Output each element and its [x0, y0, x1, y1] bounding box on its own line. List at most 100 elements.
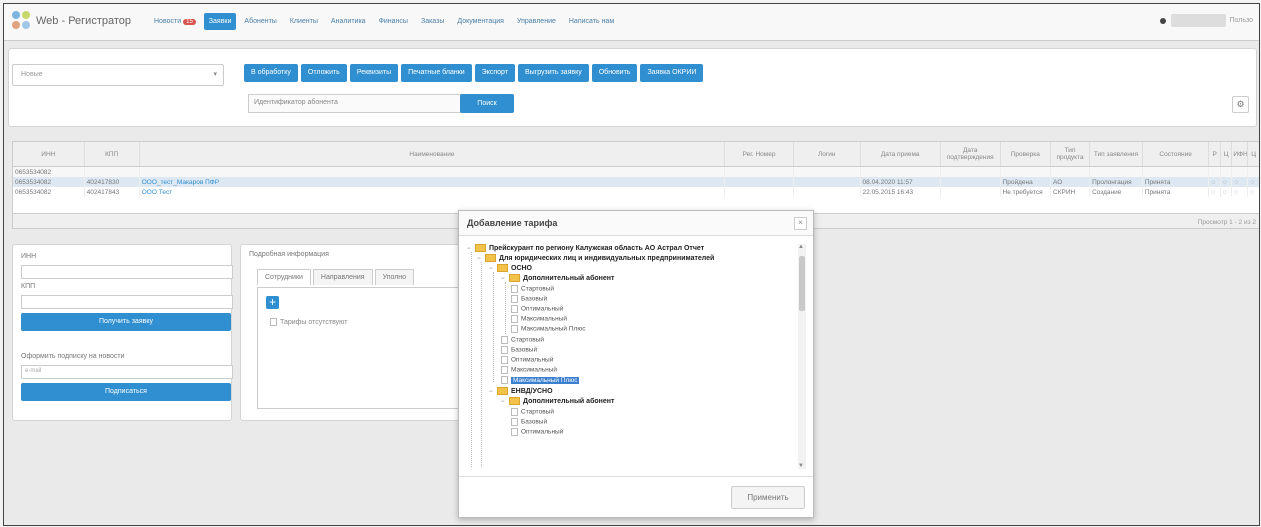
tree-leaf[interactable]: Базовый: [511, 418, 547, 426]
tree-node-extra[interactable]: − Дополнительный абонент: [501, 274, 614, 282]
filter-c[interactable]: [1220, 166, 1233, 177]
col-c2[interactable]: Ц: [1247, 142, 1259, 167]
tree-leaf[interactable]: Базовый: [511, 295, 547, 303]
okrii-request-button[interactable]: Заявка ОКРИИ: [640, 64, 704, 82]
col-product-type[interactable]: Тип продукта: [1050, 142, 1091, 167]
close-icon[interactable]: ×: [794, 217, 807, 230]
filter-state-select[interactable]: [1142, 166, 1210, 177]
tree-leaf[interactable]: Стартовый: [501, 336, 544, 344]
filter-check-input[interactable]: [1000, 166, 1052, 177]
tree-node-osno[interactable]: − ОСНО: [489, 264, 532, 272]
filter-ifn[interactable]: [1231, 166, 1249, 177]
subscriber-id-input[interactable]: Идентификатор абонента: [248, 94, 462, 113]
nav-orders[interactable]: Заказы: [416, 13, 449, 30]
scroll-down-icon[interactable]: ▼: [798, 463, 804, 469]
filter-inn-input[interactable]: 0653534082: [13, 166, 85, 177]
requisites-button[interactable]: Реквизиты: [349, 64, 399, 82]
filter-type-select[interactable]: [1089, 166, 1143, 177]
tree-leaf[interactable]: Стартовый: [511, 285, 554, 293]
collapse-icon[interactable]: −: [477, 256, 483, 262]
tree-leaf[interactable]: Базовый: [501, 346, 537, 354]
col-date-confirmed[interactable]: Дата подтверждения: [940, 142, 1001, 167]
tab-employees[interactable]: Сотрудники: [257, 269, 311, 285]
collapse-icon[interactable]: −: [501, 399, 507, 405]
cell-kpp: 402417830: [84, 177, 140, 187]
tree-leaf[interactable]: Стартовый: [511, 408, 554, 416]
scroll-thumb[interactable]: [799, 256, 805, 311]
col-kpp[interactable]: КПП: [84, 142, 140, 167]
tree-node-envd[interactable]: − ЕНВД/УСНО: [489, 387, 553, 395]
filter-name-input[interactable]: [139, 166, 726, 177]
col-login[interactable]: Логин: [793, 142, 861, 167]
col-check[interactable]: Проверка: [1000, 142, 1052, 167]
col-state[interactable]: Состояние: [1142, 142, 1210, 167]
filter-date-input[interactable]: [860, 166, 941, 177]
add-tariff-button[interactable]: +: [266, 296, 279, 309]
nav-finance[interactable]: Финансы: [374, 13, 413, 30]
col-name[interactable]: Наименование: [139, 142, 726, 167]
export-button[interactable]: Экспорт: [474, 64, 515, 82]
tree-leaf-selected[interactable]: Максимальный Плюс: [501, 376, 580, 384]
filter-confirm-input[interactable]: [940, 166, 1001, 177]
cell-name[interactable]: ООО Тест: [139, 187, 726, 197]
status-select[interactable]: Новые ▾: [12, 64, 224, 86]
email-field[interactable]: e-mail: [21, 365, 233, 379]
user-menu[interactable]: Пользо: [1160, 14, 1253, 27]
nav-subscribers[interactable]: Абоненты: [239, 13, 281, 30]
table-row[interactable]: 0653534082 402417843 ООО Тест 22.05.2015…: [13, 187, 1259, 197]
tree-leaf[interactable]: Максимальный Плюс: [511, 325, 585, 333]
nav-analytics[interactable]: Аналитика: [326, 13, 371, 30]
nav-docs[interactable]: Документация: [452, 13, 509, 30]
col-reg-number[interactable]: Рег. Номер: [724, 142, 794, 167]
cell-name[interactable]: ООО_тест_Макаров ПФР: [139, 177, 726, 187]
filter-c2[interactable]: [1247, 166, 1259, 177]
col-date-received[interactable]: Дата приема: [860, 142, 941, 167]
collapse-icon[interactable]: −: [501, 276, 507, 282]
tab-directions[interactable]: Направления: [312, 269, 373, 285]
collapse-icon[interactable]: −: [489, 389, 495, 395]
gear-icon[interactable]: ⚙: [1232, 96, 1249, 113]
col-request-type[interactable]: Тип заявления: [1089, 142, 1143, 167]
tree-leaf[interactable]: Максимальный: [501, 366, 557, 374]
tree-leaf[interactable]: Оптимальный: [511, 428, 563, 436]
collapse-icon[interactable]: −: [467, 246, 473, 252]
get-request-button[interactable]: Получить заявку: [21, 313, 231, 331]
tree-leaf[interactable]: Максимальный: [511, 315, 567, 323]
filter-r[interactable]: [1208, 166, 1221, 177]
nav-management[interactable]: Управление: [512, 13, 561, 30]
col-r[interactable]: Р: [1208, 142, 1221, 167]
refresh-button[interactable]: Обновить: [591, 64, 638, 82]
tree-leaf[interactable]: Оптимальный: [501, 356, 553, 364]
col-ifn[interactable]: ИФН: [1231, 142, 1249, 167]
filter-login-input[interactable]: [793, 166, 861, 177]
filter-product-select[interactable]: [1050, 166, 1091, 177]
to-processing-button[interactable]: В обработку: [244, 64, 298, 82]
postpone-button[interactable]: Отложить: [300, 64, 347, 82]
tree-node-extra2[interactable]: − Дополнительный абонент: [501, 397, 614, 405]
tree-node-group[interactable]: − Для юридических лиц и индивидуальных пр…: [477, 254, 714, 262]
status-icon: ◌: [1208, 187, 1221, 197]
nav-news[interactable]: Новости 15: [149, 13, 201, 30]
search-button[interactable]: Поиск: [460, 94, 514, 113]
col-inn[interactable]: ИНН: [13, 142, 85, 167]
subscribe-button[interactable]: Подписаться: [21, 383, 231, 401]
kpp-input[interactable]: [21, 295, 233, 309]
unload-request-button[interactable]: Выгрузить заявку: [517, 64, 589, 82]
filter-reg-input[interactable]: [724, 166, 794, 177]
tree-scrollbar[interactable]: ▲ ▼: [798, 244, 806, 469]
nav-clients[interactable]: Клиенты: [285, 13, 323, 30]
filter-row: 0653534082: [13, 166, 1259, 177]
inn-input[interactable]: [21, 265, 233, 279]
table-row[interactable]: 0653534082 402417830 ООО_тест_Макаров ПФ…: [13, 177, 1259, 187]
nav-requests[interactable]: Заявки: [203, 13, 237, 30]
filter-kpp-input[interactable]: [84, 166, 140, 177]
apply-button[interactable]: Применить: [731, 486, 805, 509]
print-forms-button[interactable]: Печатные бланки: [401, 64, 472, 82]
col-c[interactable]: Ц: [1220, 142, 1233, 167]
nav-write-us[interactable]: Написать нам: [564, 13, 619, 30]
tab-authorized[interactable]: Уполно: [374, 269, 415, 285]
collapse-icon[interactable]: −: [489, 266, 495, 272]
tree-leaf[interactable]: Оптимальный: [511, 305, 563, 313]
tree-node-root[interactable]: − Прейскурант по региону Калужская област…: [467, 244, 704, 252]
scroll-up-icon[interactable]: ▲: [798, 244, 804, 250]
